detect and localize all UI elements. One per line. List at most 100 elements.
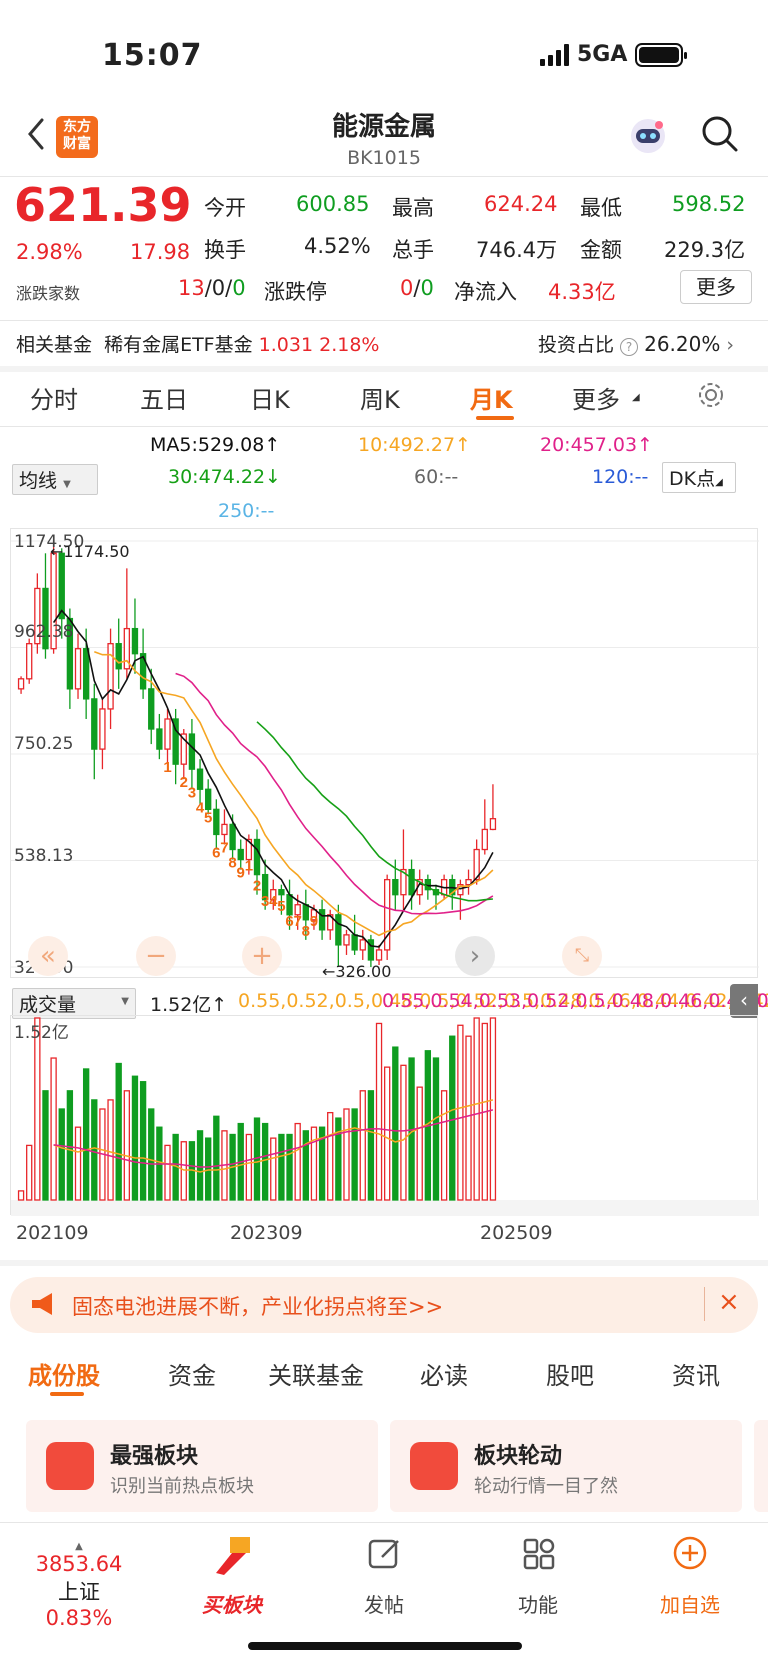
volume-chart[interactable] — [10, 1015, 759, 1216]
volume-label: 总手 — [392, 238, 434, 262]
change-value: 17.98 — [130, 240, 191, 264]
candle — [375, 949, 383, 961]
tab-related-funds[interactable]: 关联基金 — [268, 1356, 364, 1391]
ma30-line — [256, 721, 493, 902]
volume-bar — [343, 1108, 350, 1201]
robot-assistant-icon[interactable] — [628, 116, 668, 156]
index-widget[interactable]: ▲ 3853.64 上证 0.83% — [24, 1541, 134, 1630]
divider — [0, 426, 768, 427]
chevron-right-icon: › — [726, 334, 735, 356]
edit-icon — [368, 1537, 402, 1576]
functions-button[interactable]: 功能 — [488, 1538, 588, 1618]
candle — [278, 889, 285, 896]
tab-news[interactable]: 资讯 — [672, 1356, 720, 1391]
card-partial — [754, 1420, 768, 1512]
card-board-rotation[interactable]: 板块轮动 轮动行情一目了然 — [390, 1420, 742, 1512]
chevron-left-icon: ‹ — [740, 988, 748, 1012]
tab-monthly[interactable]: 月K — [470, 380, 513, 415]
volume-bar — [335, 1117, 342, 1201]
index-pct: 0.83% — [45, 1606, 113, 1630]
volume-bar — [164, 1144, 171, 1201]
tab-intraday[interactable]: 分时 — [30, 380, 78, 415]
tab-forum[interactable]: 股吧 — [546, 1356, 594, 1391]
scroll-left-button[interactable]: « — [28, 936, 68, 976]
buy-board-button[interactable]: 买板块 — [182, 1537, 282, 1618]
active-tab-indicator — [476, 416, 514, 420]
low-value: 598.52 — [672, 192, 746, 216]
volume-bar — [449, 1035, 456, 1201]
kline-canvas: 123456 789 123 4 56 789 — [11, 540, 759, 968]
close-icon[interactable]: × — [718, 1287, 740, 1317]
fullscreen-button[interactable]: ⤡ — [562, 936, 602, 976]
gear-icon[interactable] — [696, 380, 726, 414]
banner-text: 固态电池进展不断，产业化拐点将至>> — [72, 1295, 444, 1319]
megaphone-icon — [28, 1291, 58, 1321]
index-value: 3853.64 — [35, 1552, 123, 1576]
caret-down-icon: ◢ — [715, 477, 723, 488]
invest-ratio[interactable]: 投资占比 ? 26.20% › — [538, 330, 734, 357]
volume-bar — [58, 1108, 65, 1201]
ma60-label: 60:-- — [414, 466, 459, 488]
fund-row[interactable]: 相关基金 稀有金属ETF基金 1.031 2.18% — [16, 330, 379, 357]
min-price-marker: ←326.00 — [322, 962, 392, 981]
divider — [704, 1287, 705, 1321]
td-sequence-mark: 6 — [285, 913, 293, 930]
td-sequence-mark: 7 — [220, 839, 228, 856]
caret-down-icon: ▼ — [121, 996, 129, 1007]
volume-bar — [205, 1137, 212, 1201]
volume-bar — [82, 1068, 90, 1201]
volume-value: 746.4万 — [476, 238, 558, 262]
volume-bar — [245, 1133, 253, 1201]
add-watchlist-button[interactable]: 加自选 — [640, 1536, 740, 1618]
td-sequence-mark: 5 — [204, 809, 212, 826]
tab-must-read[interactable]: 必读 — [420, 1356, 468, 1391]
zoom-out-button[interactable]: − — [136, 936, 176, 976]
volume-bar — [115, 1062, 122, 1201]
volume-bar — [351, 1108, 358, 1201]
tab-funds-flow[interactable]: 资金 — [168, 1356, 216, 1391]
candle — [131, 627, 139, 655]
kline-chart[interactable]: 123456789123456789 — [10, 528, 759, 978]
zoom-in-button[interactable]: + — [242, 936, 282, 976]
volume-bar — [327, 1111, 334, 1201]
caret-down-icon: ▼ — [63, 479, 71, 490]
ma20-label: 20:457.03↑ — [540, 434, 653, 456]
tab-weekly[interactable]: 周K — [360, 380, 400, 415]
limit-value: 0/0 — [400, 276, 434, 300]
dk-point-button[interactable]: DK点◢ — [662, 462, 736, 493]
volume-bar — [310, 1126, 318, 1201]
volume-bar — [416, 1086, 423, 1201]
volume-bar — [139, 1081, 147, 1201]
candle — [237, 848, 244, 861]
help-icon: ? — [620, 338, 639, 356]
x-tick-label: 202109 — [16, 1222, 89, 1244]
more-button[interactable]: 更多 — [680, 270, 752, 304]
tab-constituents[interactable]: 成份股 — [28, 1356, 100, 1391]
scroll-right-button[interactable]: › — [455, 936, 495, 976]
search-icon[interactable] — [700, 114, 740, 154]
tab-five-day[interactable]: 五日 — [140, 380, 188, 415]
card-strongest-board[interactable]: 最强板块 识别当前热点板块 — [26, 1420, 378, 1512]
tab-daily[interactable]: 日K — [250, 380, 290, 415]
td-sequence-mark: 7 — [294, 913, 302, 930]
breadth-label: 涨跌家数 — [16, 284, 81, 303]
ma30-label: 30:474.22↓ — [168, 466, 281, 488]
volume-bar — [473, 1017, 480, 1201]
td-sequence-mark: 1 — [245, 858, 253, 875]
ma-selector[interactable]: 均线 ▼ — [12, 464, 98, 495]
candle — [318, 909, 326, 931]
candle — [82, 648, 90, 700]
news-banner[interactable]: 固态电池进展不断，产业化拐点将至>> × — [10, 1277, 758, 1333]
collapse-panel-button[interactable]: ‹ — [730, 984, 758, 1018]
td-sequence-mark: 9 — [310, 913, 318, 930]
candle — [213, 808, 220, 836]
post-button[interactable]: 发帖 — [334, 1539, 434, 1618]
high-value: 624.24 — [484, 192, 558, 216]
candle — [148, 688, 155, 730]
td-sequence-mark: 9 — [237, 865, 245, 882]
volume-bar — [278, 1133, 285, 1201]
turnover-value: 4.52% — [304, 234, 371, 258]
tab-more[interactable]: 更多 — [572, 380, 620, 415]
breadth-value: 13/0/0 — [178, 276, 246, 300]
home-indicator — [248, 1642, 522, 1650]
